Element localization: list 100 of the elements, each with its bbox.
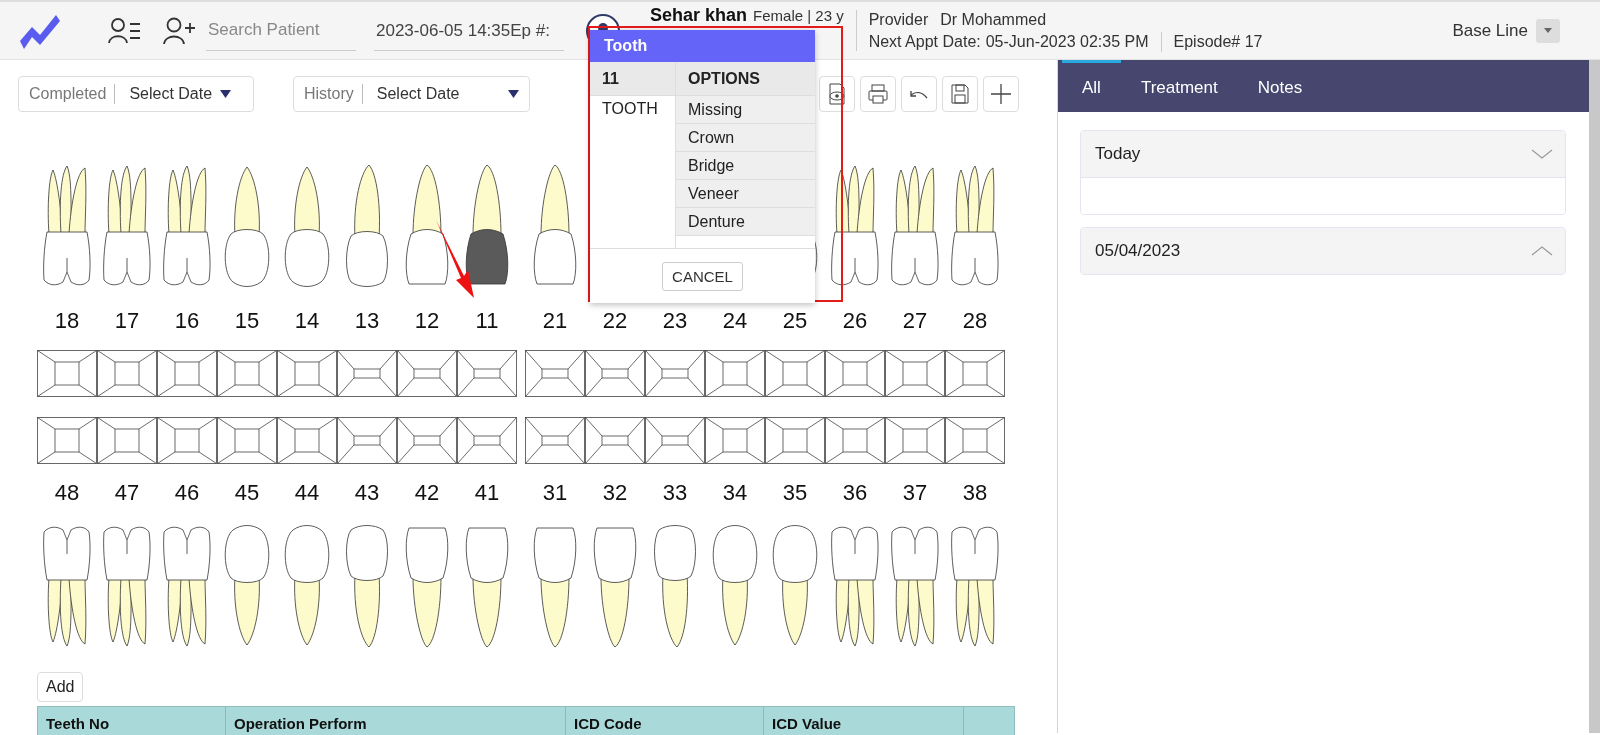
tooth-surface-drawing[interactable] (157, 417, 217, 464)
tooth-surface-drawing[interactable] (765, 350, 825, 397)
tooth-surface-drawing[interactable] (37, 350, 97, 397)
tooth-number: 27 (902, 308, 928, 334)
row-label: TOOTH (601, 99, 659, 118)
column-header: ICD Value (764, 707, 964, 735)
tooth-surface-drawing[interactable] (525, 417, 585, 464)
add-user-icon[interactable] (163, 15, 196, 46)
dialog-title: Tooth (590, 30, 815, 62)
tooth-number: 22 (602, 308, 628, 334)
tooth-number: 15 (234, 308, 260, 334)
option-item[interactable]: Veneer (676, 180, 815, 208)
caret-icon (220, 90, 232, 98)
tooth-number: 26 (842, 308, 868, 334)
option-item[interactable]: Bridge (676, 152, 815, 180)
column-header: OPTIONS (676, 62, 815, 96)
column-header: Teeth No (38, 707, 226, 735)
chevron-up-icon[interactable] (1531, 246, 1553, 256)
tab[interactable]: Notes (1237, 60, 1323, 112)
section-title: 05/04/2023 (1095, 241, 1181, 261)
column-header: ICD Code (566, 707, 764, 735)
option-item[interactable]: Denture (676, 208, 815, 236)
tooth-surface-drawing[interactable] (525, 350, 585, 397)
add-button[interactable]: Add (37, 672, 84, 702)
tooth-surface-drawing[interactable] (585, 417, 645, 464)
print-icon (866, 82, 890, 106)
tooth-number: 36 (842, 480, 868, 506)
tooth-number: 43 (354, 480, 380, 506)
tooth-surface-drawing[interactable] (705, 350, 765, 397)
tooth-surface-drawing[interactable] (97, 417, 157, 464)
save-button[interactable] (942, 76, 978, 112)
search-field[interactable]: Search Patient (206, 10, 356, 51)
tooth-surface-drawing[interactable] (457, 417, 517, 464)
tooth-surface-drawing[interactable] (585, 350, 645, 397)
undo-button[interactable] (901, 76, 937, 112)
tooth-number: 33 (662, 480, 688, 506)
section-header[interactable]: 05/04/2023 (1081, 228, 1565, 274)
tooth-surface-drawing[interactable] (397, 417, 457, 464)
tooth-surface-drawing[interactable] (217, 417, 277, 464)
tooth-surface-drawing[interactable] (277, 417, 337, 464)
print-button[interactable] (860, 76, 896, 112)
tooth-surface-drawing[interactable] (397, 350, 457, 397)
tooth-number: 11 (475, 308, 499, 334)
tooth-number: 18 (54, 308, 80, 334)
tooth-surface-drawing[interactable] (337, 350, 397, 397)
tooth-surface-drawing[interactable] (705, 417, 765, 464)
tooth-number: 31 (542, 480, 568, 506)
tab[interactable]: Treatment (1120, 60, 1238, 112)
date-filter[interactable]: Completed Select Date (18, 76, 254, 112)
tooth-surface-drawing[interactable] (825, 350, 885, 397)
preview-button[interactable] (819, 76, 855, 112)
tooth-surface-drawing[interactable] (37, 417, 97, 464)
tooth-surface-drawing[interactable] (277, 350, 337, 397)
column-header: Operation Perform (226, 707, 566, 735)
tooth-number: 45 (234, 480, 260, 506)
dropdown-button[interactable] (1536, 18, 1560, 43)
option-item[interactable]: Crown (676, 124, 815, 152)
tooth-surface-drawing[interactable] (157, 350, 217, 397)
tooth-number: 32 (602, 480, 628, 506)
tooth-surface-drawing[interactable] (885, 350, 945, 397)
date-filter[interactable]: History Select Date (293, 76, 530, 112)
caret-icon (1543, 27, 1553, 34)
tooth-surface-drawing[interactable] (825, 417, 885, 464)
tab[interactable]: All (1062, 60, 1121, 112)
provider-name: Dr Mohammed (940, 9, 1047, 30)
tooth-number: 41 (474, 480, 500, 506)
tooth-surface-drawing[interactable] (945, 350, 1005, 397)
tooth-surface-drawing[interactable] (885, 417, 945, 464)
patient-name: Sehar khan (650, 5, 748, 26)
episode-number: Episode# 17 (1173, 31, 1263, 52)
tooth-surface-drawing[interactable] (765, 417, 825, 464)
tooth-number: 14 (294, 308, 320, 334)
tooth-number: 21 (542, 308, 568, 334)
tooth-surface-drawing[interactable] (945, 417, 1005, 464)
chevron-down-icon[interactable] (1531, 149, 1553, 159)
tooth-surface-drawing[interactable] (217, 350, 277, 397)
tooth-surface-drawing[interactable] (457, 350, 517, 397)
tooth-surface-drawing[interactable] (645, 350, 705, 397)
tooth-surface-drawing[interactable] (645, 417, 705, 464)
add-button[interactable] (983, 76, 1019, 112)
tooth-number: 48 (54, 480, 80, 506)
patient-list-icon[interactable] (108, 15, 141, 46)
scrollbar[interactable] (1589, 60, 1600, 733)
tooth-number: 16 (174, 308, 200, 334)
patient-details: Female | 23 y (753, 7, 844, 24)
option-item[interactable]: Missing (676, 96, 815, 124)
tooth-surface-drawing[interactable] (97, 350, 157, 397)
tooth-number: 28 (962, 308, 988, 334)
tooth-number: 24 (722, 308, 748, 334)
tooth-number: 44 (294, 480, 320, 506)
tooth-surface-drawing[interactable] (337, 417, 397, 464)
tooth-number: 42 (414, 480, 440, 506)
visit-field[interactable]: 2023-06-05 14:35Ep #: (374, 10, 564, 51)
tooth-number: 37 (902, 480, 928, 506)
cancel-button[interactable]: CANCEL (662, 261, 743, 291)
section-title: Today (1095, 144, 1141, 164)
tooth-number: 38 (962, 480, 988, 506)
section-header[interactable]: Today (1081, 131, 1565, 177)
tooth-number: 12 (414, 308, 440, 334)
tooth-number: 11 (590, 62, 676, 96)
